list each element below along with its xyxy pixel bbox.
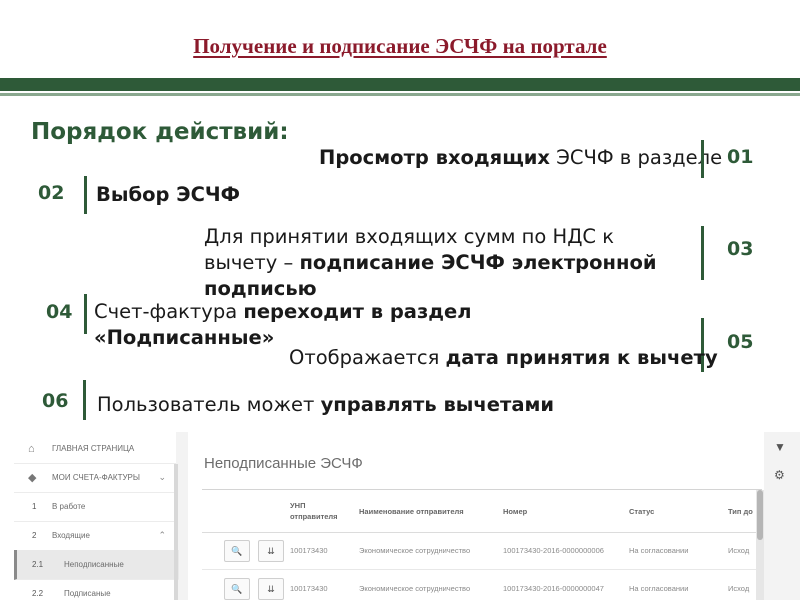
step-01-text: Просмотр входящих ЭСЧФ в разделе <box>319 146 723 169</box>
sign-button[interactable]: ⇊ <box>258 540 284 562</box>
step-02-bar <box>84 176 87 214</box>
cell-sender: Экономическое сотрудничество <box>359 584 471 593</box>
sidebar-item-unsigned[interactable]: 2.1 Неподписанные <box>14 550 179 580</box>
invoice-table: УНП отправителя Наименование отправителя… <box>202 489 762 600</box>
step-02-number: 02 <box>38 182 65 204</box>
step-03-text: Для принятии входящих сумм по НДС к выче… <box>204 225 657 300</box>
chevron-up-icon: ⌃ <box>158 530 166 540</box>
sidebar-item-in-progress[interactable]: 1 В работе <box>14 492 176 522</box>
cell-number: 100173430-2016-0000000006 <box>503 546 604 555</box>
column-header-status[interactable]: Статус <box>629 506 654 517</box>
sign-button[interactable]: ⇊ <box>258 578 284 600</box>
invoice-icon: ◆ <box>28 472 37 484</box>
chevron-down-icon: ⌄ <box>158 472 166 482</box>
sign-icon: ⇊ <box>267 583 275 594</box>
step-05-number: 05 <box>727 331 754 353</box>
step-05-text: Отображается дата принятия к вычету <box>289 346 718 369</box>
sign-icon: ⇊ <box>267 545 275 556</box>
step-04-text: Счет-фактура переходит в раздел «Подписа… <box>94 300 472 349</box>
column-header-unp[interactable]: УНП отправителя <box>290 500 338 522</box>
table-row[interactable]: 🔍 ⇊ 100173430 Экономическое сотрудничест… <box>202 571 762 600</box>
cell-unp: 100173430 <box>290 546 328 555</box>
table-row[interactable]: 🔍 ⇊ 100173430 Экономическое сотрудничест… <box>202 533 762 570</box>
sidebar-item-incoming[interactable]: 2 Входящие ⌃ <box>14 521 176 551</box>
step-04-bar <box>84 294 87 334</box>
sidebar-item-home[interactable]: ⌂ ГЛАВНАЯ СТРАНИЦА <box>14 434 176 464</box>
table-scrollbar-thumb[interactable] <box>757 490 763 540</box>
search-icon: 🔍 <box>231 545 243 556</box>
invoice-panel: Неподписанные ЭСЧФ УНП отправителя Наиме… <box>188 432 764 600</box>
panel-title: Неподписанные ЭСЧФ <box>204 455 363 472</box>
filter-icon[interactable]: ▼ <box>774 440 786 454</box>
view-button[interactable]: 🔍 <box>224 578 250 600</box>
step-01-bar <box>701 140 704 178</box>
step-06-text: Пользователь может управлять вычетами <box>97 393 555 416</box>
search-icon: 🔍 <box>231 583 243 594</box>
cell-number: 100173430-2016-0000000047 <box>503 584 604 593</box>
step-02-text: Выбор ЭСЧФ <box>96 183 240 206</box>
portal-screenshot: ⌂ ГЛАВНАЯ СТРАНИЦА ◆ МОИ СЧЕТА-ФАКТУРЫ ⌄… <box>14 432 800 600</box>
step-03-bar <box>701 226 704 280</box>
column-header-sender[interactable]: Наименование отправителя <box>359 506 464 517</box>
cell-status: На согласовании <box>629 584 689 593</box>
view-button[interactable]: 🔍 <box>224 540 250 562</box>
procedure-heading: Порядок действий: <box>31 119 289 145</box>
cell-type: Исход <box>728 546 750 555</box>
sidebar-item-my-invoices[interactable]: ◆ МОИ СЧЕТА-ФАКТУРЫ ⌄ <box>14 463 176 493</box>
column-header-type[interactable]: Тип до <box>728 506 753 517</box>
sidebar-item-signed[interactable]: 2.2 Подписаные <box>14 579 176 600</box>
header-band-underline <box>0 93 800 96</box>
column-header-number[interactable]: Номер <box>503 506 527 517</box>
step-06-bar <box>83 380 86 420</box>
cell-status: На согласовании <box>629 546 689 555</box>
home-icon: ⌂ <box>28 442 35 455</box>
step-04-number: 04 <box>46 301 73 323</box>
sidebar-scrollbar[interactable] <box>174 464 178 600</box>
slide-title: Получение и подписание ЭСЧФ на портале <box>193 34 607 58</box>
cell-type: Исход <box>728 584 750 593</box>
step-06-number: 06 <box>42 390 69 412</box>
cell-unp: 100173430 <box>290 584 328 593</box>
step-01-number: 01 <box>727 146 754 168</box>
step-03-number: 03 <box>727 238 754 260</box>
portal-sidebar: ⌂ ГЛАВНАЯ СТРАНИЦА ◆ МОИ СЧЕТА-ФАКТУРЫ ⌄… <box>14 432 179 600</box>
cell-sender: Экономическое сотрудничество <box>359 546 471 555</box>
header-band <box>0 78 800 91</box>
gear-icon[interactable]: ⚙ <box>774 468 785 482</box>
